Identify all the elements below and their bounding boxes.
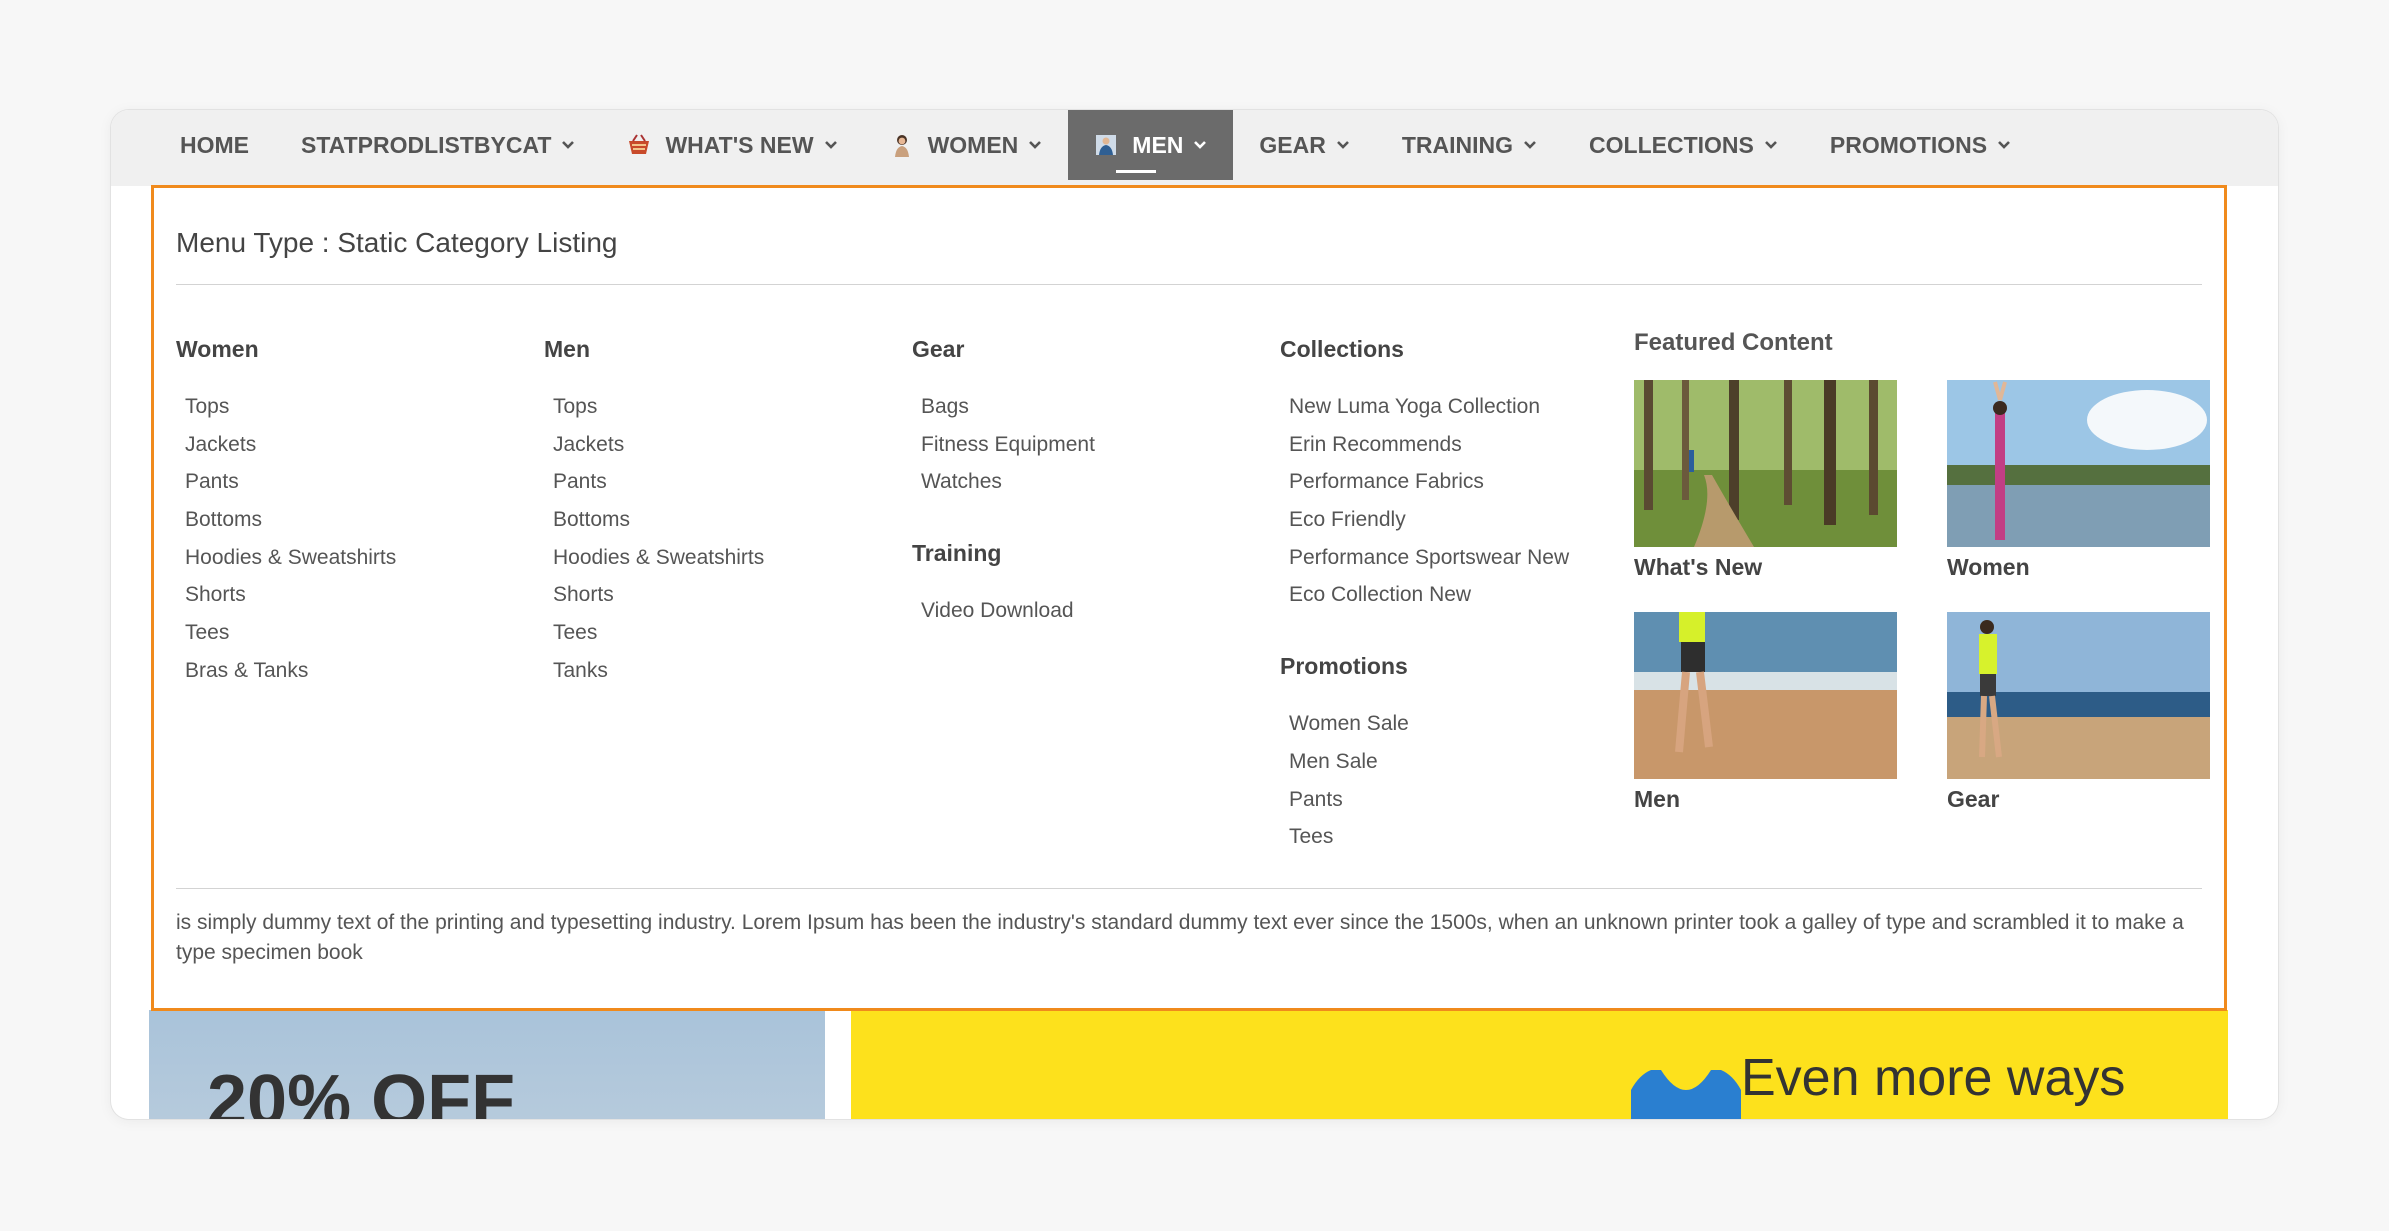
category-link[interactable]: Bras & Tanks [185,657,396,695]
category-link[interactable]: Tees [1289,823,1569,861]
browser-window: HOME STATPRODLISTBYCAT WHAT'S NEW WOMEN [111,110,2278,1119]
category-link[interactable]: Pants [553,468,764,506]
tank-top-icon [1631,1070,1741,1119]
category-link[interactable]: Eco Friendly [1289,506,1569,544]
featured-image-men[interactable] [1634,612,1897,779]
nav-label: MEN [1132,131,1184,158]
nav-label: WOMEN [927,131,1019,158]
category-link[interactable]: Bottoms [185,506,396,544]
featured-content-heading: Featured Content [1634,329,1833,356]
category-link[interactable]: Tops [553,393,764,431]
featured-image-gear[interactable] [1947,612,2210,779]
promo-tagline: Even more ways [1741,1049,2126,1107]
category-link[interactable]: Tees [553,619,764,657]
category-link[interactable]: Tops [185,393,396,431]
column-heading[interactable]: Collections [1280,336,1569,363]
category-link[interactable]: Tees [185,619,396,657]
category-link[interactable]: Video Download [921,597,1095,635]
category-link[interactable]: Women Sale [1289,710,1569,748]
chevron-down-icon [1998,141,2010,149]
category-link[interactable]: Pants [1289,786,1569,824]
nav-label: WHAT'S NEW [665,131,814,158]
category-link[interactable]: Pants [185,468,396,506]
nav-training[interactable]: TRAINING [1376,110,1563,180]
category-link[interactable]: Hoodies & Sweatshirts [185,544,396,582]
nav-label: HOME [180,131,249,158]
nav-label: TRAINING [1401,131,1514,158]
nav-collections[interactable]: COLLECTIONS [1563,110,1804,180]
column-heading-training[interactable]: Training [912,540,1095,567]
category-link[interactable]: Tanks [553,657,764,695]
woman-icon [894,135,909,157]
category-link[interactable]: Erin Recommends [1289,431,1569,469]
nav-whats-new[interactable]: WHAT'S NEW [601,110,863,180]
nav-label: STATPRODLISTBYCAT [301,131,552,158]
nav-label: PROMOTIONS [1829,131,1988,158]
lake-yoga-image [1947,380,2210,547]
nav-home[interactable]: HOME [154,110,275,180]
category-link[interactable]: Eco Collection New [1289,581,1569,619]
forest-trail-image [1634,380,1897,547]
basket-icon [629,134,650,154]
nav-men[interactable]: MEN [1068,110,1234,180]
category-link[interactable]: Jackets [553,431,764,469]
category-link[interactable]: Shorts [553,581,764,619]
divider [176,888,2202,889]
category-link[interactable]: New Luma Yoga Collection [1289,393,1569,431]
nav-gear[interactable]: GEAR [1233,110,1375,180]
featured-caption[interactable]: What's New [1634,554,1762,581]
menu-type-title: Menu Type : Static Category Listing [176,227,618,258]
category-link[interactable]: Men Sale [1289,748,1569,786]
chevron-down-icon [1029,141,1042,149]
category-column-collections: Collections New Luma Yoga Collection Eri… [1280,336,1569,861]
category-column-gear: Gear Bags Fitness Equipment Watches Trai… [912,336,1095,635]
nav-promotions[interactable]: PROMOTIONS [1804,110,2037,180]
category-column-men: Men Tops Jackets Pants Bottoms Hoodies &… [544,336,764,695]
category-link[interactable]: Performance Fabrics [1289,468,1569,506]
category-link[interactable]: Bottoms [553,506,764,544]
column-heading[interactable]: Men [544,336,764,363]
category-link[interactable]: Jackets [185,431,396,469]
category-link[interactable]: Bags [921,393,1095,431]
featured-caption[interactable]: Gear [1947,786,1999,813]
featured-image-women[interactable] [1947,380,2210,547]
featured-caption[interactable]: Women [1947,554,2030,581]
main-navigation: HOME STATPRODLISTBYCAT WHAT'S NEW WOMEN [111,110,2278,186]
column-heading[interactable]: Gear [912,336,1095,363]
nav-label: GEAR [1259,131,1326,158]
category-link[interactable]: Watches [921,468,1095,506]
category-column-women: Women Tops Jackets Pants Bottoms Hoodies… [176,336,396,695]
divider [176,284,2202,285]
promo-banner-right[interactable]: Even more ways [851,1010,2228,1119]
man-icon [1096,135,1117,155]
category-link[interactable]: Hoodies & Sweatshirts [553,544,764,582]
chevron-down-icon [1336,141,1349,149]
chevron-down-icon [1524,141,1536,149]
beach-stretch-image [1947,612,2210,779]
category-link[interactable]: Fitness Equipment [921,431,1095,469]
promo-banner-left[interactable]: 20% OFF [149,1010,825,1119]
chevron-down-icon [1764,141,1777,149]
column-heading-promotions[interactable]: Promotions [1280,653,1569,680]
category-link[interactable]: Performance Sportswear New [1289,544,1569,582]
nav-statprodlistbycat[interactable]: STATPRODLISTBYCAT [275,110,601,180]
nav-women[interactable]: WOMEN [864,110,1069,180]
menu-footer-text: is simply dummy text of the printing and… [176,911,2184,964]
beach-runner-image [1634,612,1897,779]
chevron-down-icon [824,141,837,149]
chevron-down-icon [562,141,575,149]
featured-caption[interactable]: Men [1634,786,1680,813]
column-heading[interactable]: Women [176,336,396,363]
featured-image-whats-new[interactable] [1634,380,1897,547]
category-link[interactable]: Shorts [185,581,396,619]
mega-menu-dropdown: Menu Type : Static Category Listing Wome… [151,185,2227,1011]
promo-headline: 20% OFF [207,1061,516,1119]
chevron-down-icon [1194,141,1207,149]
nav-label: COLLECTIONS [1589,131,1754,158]
